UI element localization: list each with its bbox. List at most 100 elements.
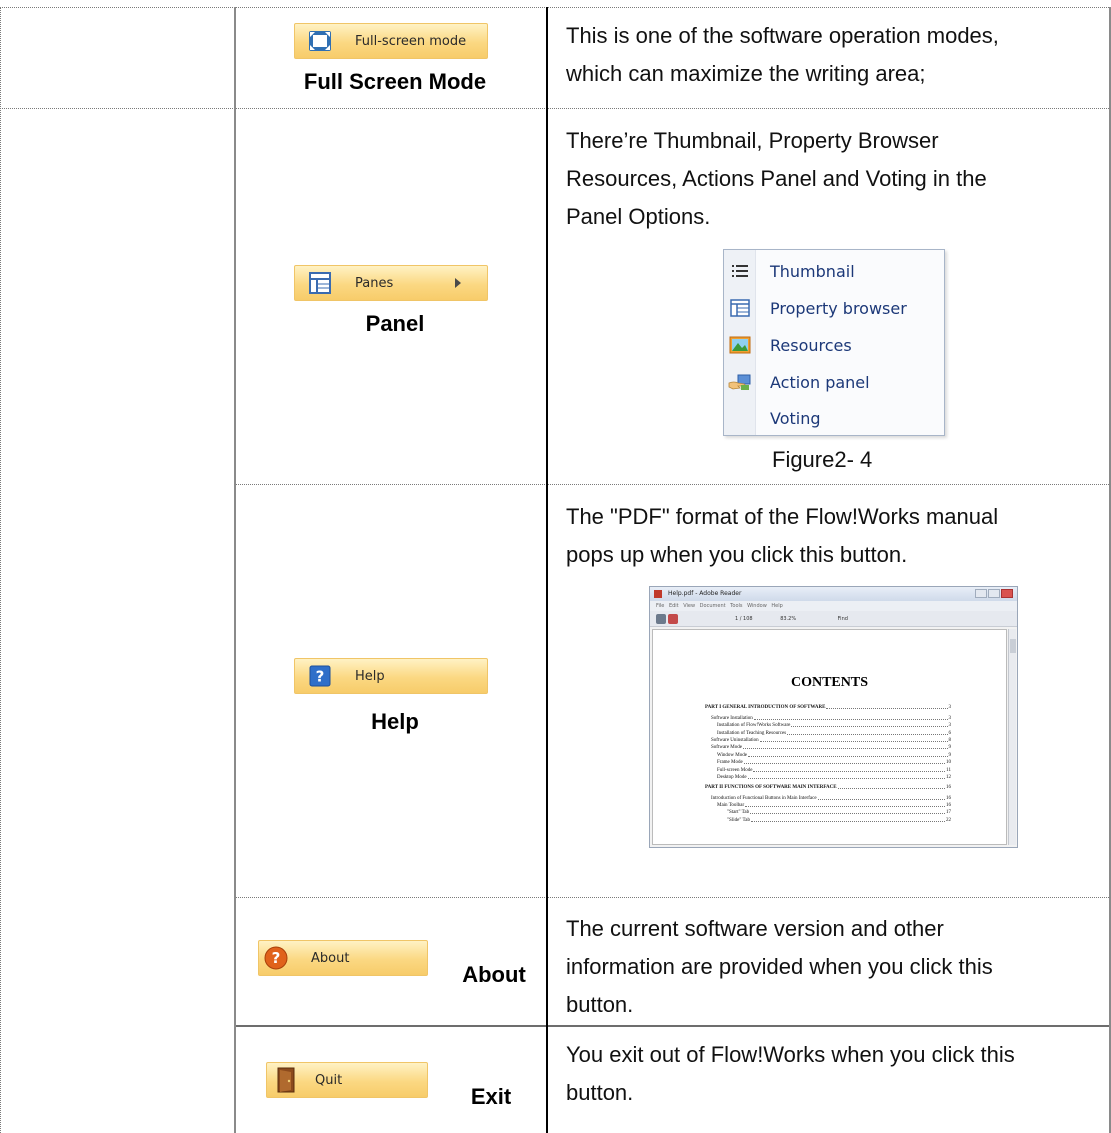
- toc-entry-title: PART II FUNCTIONS OF SOFTWARE MAIN INTER…: [705, 785, 837, 791]
- quit-label: Quit: [315, 1072, 343, 1088]
- row-divider-1: [0, 108, 1111, 109]
- toc-entry-page: 11: [946, 767, 951, 773]
- toc-entry-title: Installation of Teaching Resources: [717, 730, 787, 736]
- toc-entry-page: 9: [948, 752, 952, 758]
- door-exit-icon: [273, 1067, 299, 1093]
- toc-entry: Window Mode 9: [705, 750, 952, 758]
- toc-entry: PART I GENERAL INTRODUCTION OF SOFTWARE 3: [705, 703, 951, 710]
- table-top-border: [0, 7, 1111, 8]
- toc-entry-page: 17: [946, 810, 951, 816]
- svg-text:?: ?: [272, 949, 281, 967]
- left-edge: [0, 7, 1, 1133]
- full-screen-mode-caption: Full Screen Mode: [303, 69, 487, 94]
- column-divider-2: [546, 7, 548, 1133]
- panel-caption: Panel: [365, 311, 425, 336]
- row-divider-3: [235, 897, 1111, 898]
- property-grid-icon: [724, 290, 756, 326]
- help-caption: Help: [371, 709, 419, 734]
- pdf-page-indicator: 1 / 108: [735, 616, 753, 622]
- share-icon: [668, 614, 678, 624]
- full-screen-mode-description: This is one of the software operation mo…: [566, 23, 999, 86]
- pdf-zoom: 83.2%: [780, 616, 797, 622]
- help-label: Help: [355, 668, 385, 684]
- panes-button[interactable]: Panes: [294, 265, 488, 301]
- about-description: The current software version and other i…: [566, 916, 993, 1017]
- pdf-find: Find: [837, 616, 848, 622]
- pdf-menu-bar: File Edit View Document Tools Window Hel…: [650, 601, 1017, 611]
- toc-entry-title: Window Mode: [717, 752, 747, 758]
- about-caption: About: [462, 962, 526, 987]
- toc-entry: Installation of Flow!Works Software 3: [705, 721, 951, 728]
- submenu-arrow-icon: [455, 278, 461, 288]
- toc-entry-title: PART I GENERAL INTRODUCTION OF SOFTWARE: [705, 705, 826, 711]
- menu-item-action-panel[interactable]: Action panel: [724, 364, 944, 400]
- action-hand-icon: [724, 364, 756, 400]
- pdf-reader-window: Help.pdf - Adobe Reader File Edit View D…: [649, 586, 1018, 848]
- print-icon: [656, 614, 666, 624]
- toc-entry-title: Desktop Mode: [717, 774, 747, 780]
- toc-entry: Software Uninstallation 8: [705, 736, 951, 743]
- toc-entry: "Start" Tab 17: [705, 808, 951, 815]
- toc-entry-page: 16: [946, 795, 951, 801]
- toc-entry-page: 3: [948, 705, 952, 711]
- toc-entry-title: "Start" Tab: [727, 810, 750, 816]
- toc-entry: Installation of Teaching Resources 6: [705, 728, 952, 736]
- quit-button[interactable]: Quit: [266, 1062, 428, 1098]
- panes-label: Panes: [355, 275, 394, 291]
- maximize-icon: [988, 589, 1000, 598]
- help-icon: ?: [307, 663, 333, 689]
- toc-entry-page: 16: [946, 785, 951, 791]
- toc-entry: Desktop Mode 12: [705, 773, 951, 780]
- help-button[interactable]: ? Help: [294, 658, 488, 694]
- toc-entry-page: 9: [948, 745, 952, 751]
- toc-entry: PART II FUNCTIONS OF SOFTWARE MAIN INTER…: [705, 783, 951, 790]
- toc-entry-title: Installation of Flow!Works Software: [717, 723, 791, 729]
- toc-entry-title: Software Mode: [711, 745, 742, 751]
- about-label: About: [311, 950, 350, 966]
- menu-item-property-browser[interactable]: Property browser: [724, 290, 944, 326]
- menu-item-thumbnail[interactable]: Thumbnail: [724, 253, 944, 289]
- pdf-title-bar: Help.pdf - Adobe Reader: [650, 587, 1017, 601]
- help-description: The "PDF" format of the Flow!Works manua…: [566, 504, 999, 567]
- pdf-scrollbar: [1008, 629, 1016, 845]
- svg-text:?: ?: [316, 668, 325, 686]
- toc-entry-title: Main Toolbar: [717, 803, 745, 809]
- full-screen-mode-label: Full-screen mode: [355, 33, 467, 49]
- toc-entry: Software Mode 9: [705, 743, 951, 750]
- exit-caption: Exit: [470, 1084, 512, 1109]
- toc-entry: Frame Mode 10: [705, 758, 951, 765]
- toc-entry: Main Toolbar 16: [705, 801, 951, 808]
- picture-icon: [724, 327, 756, 363]
- toc-entry-page: 3: [948, 723, 952, 729]
- panes-icon: [307, 270, 333, 296]
- toc-entry: Full-screen Mode 11: [705, 765, 951, 773]
- column-divider-1: [234, 7, 236, 1133]
- toc-entry-title: Full-screen Mode: [717, 767, 753, 773]
- full-screen-icon: [307, 28, 333, 54]
- toc-entry-page: 22: [946, 817, 951, 823]
- panes-submenu: Thumbnail Property browser Resources Act…: [723, 249, 945, 436]
- minimize-icon: [975, 589, 987, 598]
- pdf-toolbar: 1 / 108 83.2% Find: [650, 611, 1017, 627]
- toc-entry-page: 12: [946, 774, 951, 780]
- toc-entry: "Slide" Tab 22: [705, 815, 951, 823]
- about-icon: ?: [263, 945, 289, 971]
- list-icon: [724, 253, 756, 289]
- figure-caption: Figure2- 4: [772, 447, 873, 472]
- full-screen-mode-button[interactable]: Full-screen mode: [294, 23, 488, 59]
- toc-entry-title: Introduction of Functional Buttons in Ma…: [711, 795, 817, 801]
- pdf-toc: PART I GENERAL INTRODUCTION OF SOFTWARE 3…: [705, 700, 952, 823]
- toc-entry: Introduction of Functional Buttons in Ma…: [705, 793, 951, 801]
- toc-entry-page: 3: [948, 715, 952, 721]
- row-divider-2: [235, 484, 1111, 485]
- menu-item-resources[interactable]: Resources: [724, 327, 944, 363]
- toc-entry-page: 16: [946, 803, 951, 809]
- about-button[interactable]: ? About: [258, 940, 428, 976]
- close-icon: [1001, 589, 1013, 598]
- panel-description: There’re Thumbnail, Property Browser Res…: [566, 128, 987, 229]
- toc-entry-page: 6: [948, 730, 952, 736]
- pdf-page: CONTENTS PART I GENERAL INTRODUCTION OF …: [652, 629, 1007, 845]
- menu-item-voting[interactable]: Voting: [724, 400, 944, 436]
- toc-entry-page: 10: [946, 760, 951, 766]
- toc-entry-title: Software Installation: [711, 715, 753, 721]
